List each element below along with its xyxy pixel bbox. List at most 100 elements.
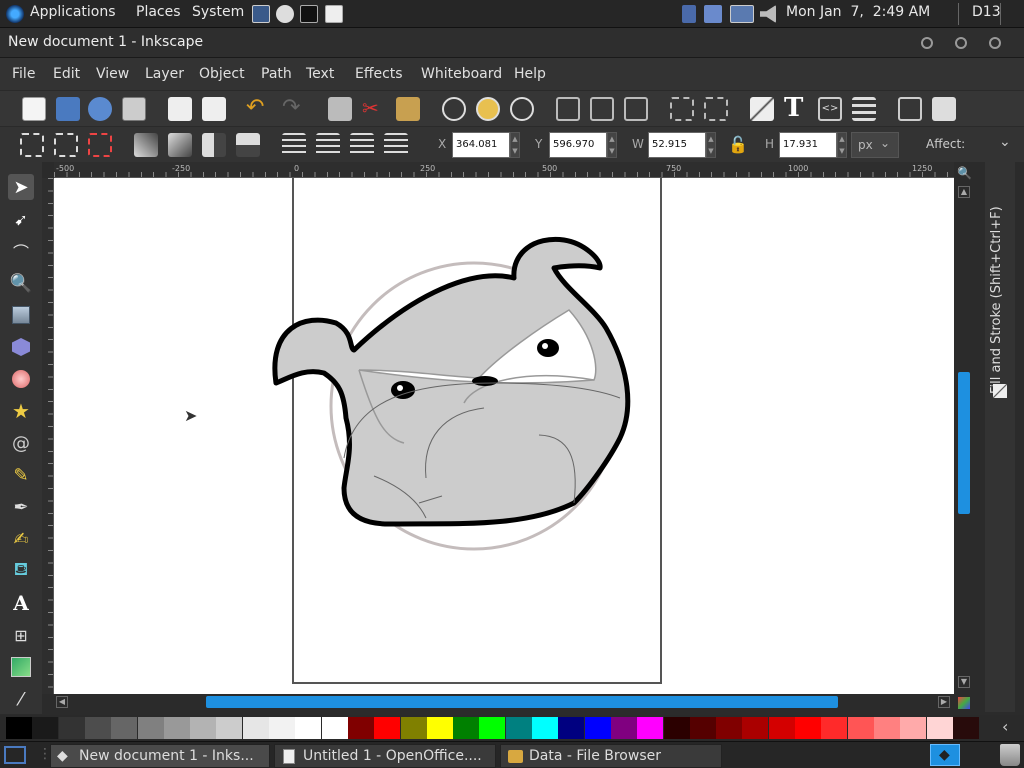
tray-connection-icon[interactable]	[730, 5, 754, 23]
ungroup-icon[interactable]	[704, 97, 728, 121]
lower-icon[interactable]	[350, 133, 374, 157]
raise-icon[interactable]	[316, 133, 340, 157]
drawing-canvas[interactable]: ➤	[54, 178, 954, 694]
vertical-scrollbar[interactable]: ▲ ▼	[956, 184, 972, 692]
show-desktop-icon[interactable]	[4, 746, 26, 764]
unlink-clone-icon[interactable]	[624, 97, 648, 121]
color-swatch[interactable]	[689, 717, 716, 739]
workspace-indicator[interactable]: D13	[972, 4, 1001, 20]
document-properties-icon[interactable]	[932, 97, 956, 121]
clock[interactable]: Mon Jan 7, 2:49 AM	[786, 4, 930, 20]
color-swatch[interactable]	[111, 717, 138, 739]
fill-stroke-tab[interactable]: Fill and Stroke (Shift+Ctrl+F)	[989, 170, 1011, 394]
trash-icon[interactable]	[1000, 744, 1020, 766]
horizontal-scrollbar[interactable]: ◀ ▶	[54, 694, 954, 710]
text-tool-icon[interactable]: A	[8, 590, 34, 616]
color-swatch[interactable]	[400, 717, 427, 739]
menu-file[interactable]: File	[12, 66, 35, 82]
scroll-down-icon[interactable]: ▼	[958, 676, 970, 688]
color-swatch[interactable]	[190, 717, 217, 739]
color-swatch[interactable]	[242, 717, 269, 739]
y-spinner[interactable]: ▲ ▼	[607, 132, 617, 158]
color-swatch[interactable]	[374, 717, 401, 739]
clone-icon[interactable]	[590, 97, 614, 121]
w-spinner[interactable]: ▲ ▼	[706, 132, 716, 158]
color-swatch[interactable]	[269, 717, 295, 739]
align-distribute-icon[interactable]	[852, 97, 876, 121]
system-menu[interactable]: System	[192, 4, 244, 20]
color-swatch[interactable]	[663, 717, 690, 739]
color-swatch[interactable]	[84, 717, 111, 739]
flip-vertical-icon[interactable]	[236, 133, 260, 157]
launcher-desktop-icon[interactable]	[252, 5, 270, 23]
deselect-icon[interactable]	[88, 133, 112, 157]
color-swatch[interactable]	[821, 717, 848, 739]
raise-to-top-icon[interactable]	[282, 133, 306, 157]
pen-tool-icon[interactable]: ✒	[8, 494, 34, 520]
scroll-left-icon[interactable]: ◀	[56, 696, 68, 708]
text-font-icon[interactable]: T	[784, 95, 808, 121]
print-icon[interactable]	[122, 97, 146, 121]
distro-logo-icon[interactable]	[6, 5, 24, 23]
task-openoffice[interactable]: Untitled 1 - OpenOffice....	[274, 744, 496, 768]
color-swatch[interactable]	[926, 717, 953, 739]
color-swatch[interactable]	[453, 717, 480, 739]
minimize-button[interactable]	[921, 37, 933, 49]
zoom-selection-icon[interactable]	[442, 97, 466, 121]
task-file-browser[interactable]: Data - File Browser	[500, 744, 722, 768]
launcher-terminal-icon[interactable]	[300, 5, 318, 23]
star-tool-icon[interactable]: ★	[8, 398, 34, 424]
duplicate-icon[interactable]	[556, 97, 580, 121]
export-icon[interactable]	[202, 97, 226, 121]
color-swatch[interactable]	[137, 717, 164, 739]
menu-view[interactable]: View	[96, 66, 129, 82]
undo-icon[interactable]: ↶	[246, 97, 270, 121]
redo-icon[interactable]: ↷	[282, 97, 306, 121]
vertical-ruler[interactable]	[42, 178, 54, 694]
preferences-icon[interactable]	[898, 97, 922, 121]
color-swatch[interactable]	[952, 717, 979, 739]
menu-whiteboard[interactable]: Whiteboard	[421, 66, 502, 82]
window-titlebar[interactable]: New document 1 - Inkscape	[0, 28, 1024, 58]
color-swatch[interactable]	[479, 717, 506, 739]
color-swatch[interactable]	[558, 717, 585, 739]
fill-stroke-icon[interactable]	[750, 97, 774, 121]
color-swatch[interactable]	[716, 717, 743, 739]
maximize-button[interactable]	[955, 37, 967, 49]
launcher-disc-icon[interactable]	[276, 5, 294, 23]
volume-icon[interactable]	[760, 5, 776, 23]
zoom-corner-icon[interactable]: 🔍	[957, 166, 972, 180]
new-document-icon[interactable]	[22, 97, 46, 121]
unit-select[interactable]: px ⌄	[851, 132, 899, 158]
node-tool-icon[interactable]: ➹	[8, 206, 34, 232]
color-swatch[interactable]	[163, 717, 190, 739]
color-swatch[interactable]	[847, 717, 874, 739]
menu-layer[interactable]: Layer	[145, 66, 184, 82]
copy-icon[interactable]	[328, 97, 352, 121]
xml-editor-icon[interactable]: <>	[818, 97, 842, 121]
flip-horizontal-icon[interactable]	[202, 133, 226, 157]
tray-puzzle-icon[interactable]	[704, 5, 722, 23]
color-swatch[interactable]	[321, 717, 348, 739]
3d-box-tool-icon[interactable]	[8, 334, 34, 360]
w-input[interactable]: 52.915	[648, 132, 706, 158]
y-input[interactable]: 596.970	[549, 132, 607, 158]
vertical-scroll-thumb[interactable]	[958, 372, 970, 514]
color-swatch[interactable]	[216, 717, 243, 739]
bulldog-drawing[interactable]	[54, 178, 954, 694]
lower-to-bottom-icon[interactable]	[384, 133, 408, 157]
pencil-tool-icon[interactable]: ✎	[8, 462, 34, 488]
launcher-editor-icon[interactable]	[325, 5, 343, 23]
color-swatch[interactable]	[610, 717, 637, 739]
color-swatch[interactable]	[426, 717, 453, 739]
task-inkscape[interactable]: ◆ New document 1 - Inks...	[50, 744, 270, 768]
docked-dialog[interactable]: Fill and Stroke (Shift+Ctrl+F)	[985, 162, 1015, 712]
color-swatch[interactable]	[768, 717, 795, 739]
group-icon[interactable]	[670, 97, 694, 121]
color-swatch[interactable]	[58, 717, 85, 739]
scroll-up-icon[interactable]: ▲	[958, 186, 970, 198]
import-icon[interactable]	[168, 97, 192, 121]
scroll-right-icon[interactable]: ▶	[938, 696, 950, 708]
horizontal-scroll-thumb[interactable]	[206, 696, 838, 708]
cut-icon[interactable]: ✂	[362, 97, 386, 121]
